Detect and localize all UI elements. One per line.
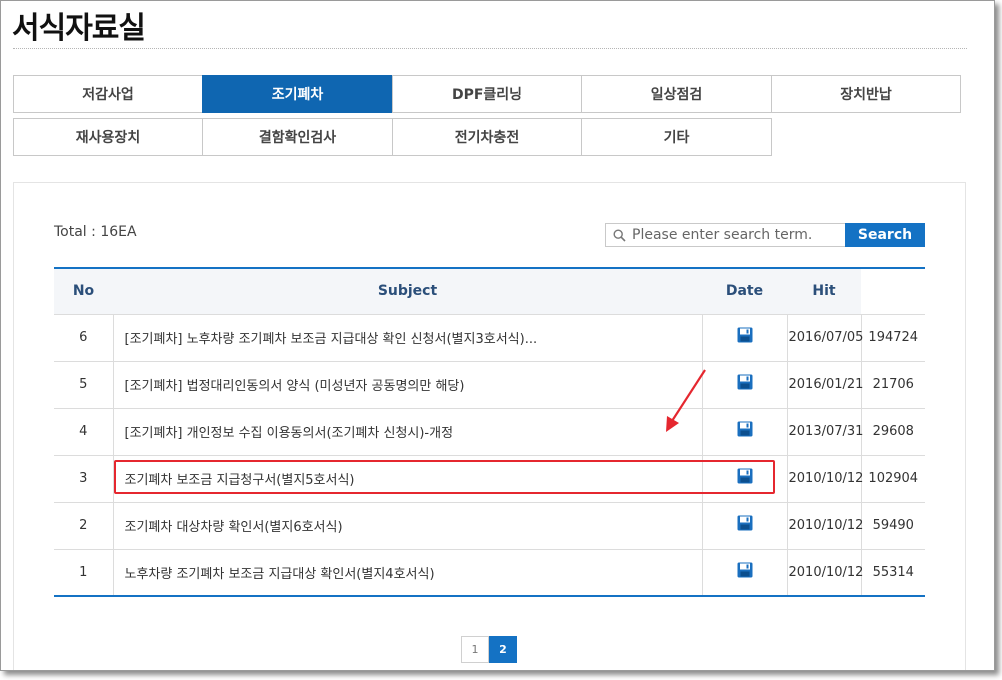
row-hit: 55314: [861, 548, 925, 597]
column-header-blank: [861, 268, 925, 314]
floppy-save-icon[interactable]: [737, 562, 753, 578]
row-date: 2010/10/12: [787, 454, 863, 502]
search-box: [605, 223, 847, 247]
row-number: 6: [54, 313, 114, 361]
table-row: 5 [조기폐차] 법정대리인동의서 양식 (미성년자 공동명의만 해당) 201…: [54, 360, 925, 408]
column-header-hit: Hit: [812, 283, 836, 300]
search-icon: [606, 224, 632, 246]
tab-기타[interactable]: 기타: [581, 118, 772, 156]
page-title: 서식자료실: [12, 11, 146, 46]
table-row: 6 [조기폐차] 노후차량 조기폐차 보조금 지급대상 확인 신청서(별지3호서…: [54, 313, 925, 361]
page-button-2[interactable]: 2: [489, 636, 517, 663]
row-subject-link[interactable]: [조기폐차] 법정대리인동의서 양식 (미성년자 공동명의만 해당): [113, 360, 703, 408]
tab-dpf-cleaning[interactable]: DPF클리닝: [392, 75, 582, 113]
column-header-no: No: [72, 283, 95, 300]
page-frame: 서식자료실 저감사업 조기폐차 DPF클리닝 일상점검 장치반납 재사용장치 결…: [0, 0, 995, 671]
row-hit: 29608: [861, 407, 925, 455]
row-subject-link[interactable]: [조기폐차] 개인정보 수집 이용동의서(조기폐차 신청시)-개정: [113, 407, 703, 455]
row-subject-link[interactable]: [조기폐차] 노후차량 조기폐차 보조금 지급대상 확인 신청서(별지3호서식)…: [113, 313, 703, 361]
row-subject-link[interactable]: 조기폐차 보조금 지급청구서(별지5호서식): [113, 454, 703, 502]
row-date: 2013/07/31: [787, 407, 863, 455]
row-number: 3: [54, 454, 114, 502]
tab-전기차충전[interactable]: 전기차충전: [392, 118, 582, 156]
row-number: 5: [54, 360, 114, 408]
title-divider: [13, 48, 967, 49]
row-hit: 21706: [861, 360, 925, 408]
table-row: 1 노후차량 조기폐차 보조금 지급대상 확인서(별지4호서식) 2010/10…: [54, 548, 925, 597]
column-header-subject: Subject: [377, 283, 438, 300]
tab-조기폐차[interactable]: 조기폐차: [202, 75, 393, 113]
floppy-save-icon[interactable]: [737, 421, 753, 437]
table-header-row: No Subject Date Hit: [54, 268, 925, 314]
row-number: 2: [54, 501, 114, 549]
page-button-1[interactable]: 1: [461, 636, 489, 663]
search-button[interactable]: Search: [845, 223, 925, 247]
tab-일상점검[interactable]: 일상점검: [581, 75, 772, 113]
row-subject-link[interactable]: 조기폐차 대상차량 확인서(별지6호서식): [113, 501, 703, 549]
tab-재사용장치[interactable]: 재사용장치: [13, 118, 203, 156]
table-row: 2 조기폐차 대상차량 확인서(별지6호서식) 2010/10/12 59490: [54, 501, 925, 549]
tab-결함확인검사[interactable]: 결함확인검사: [202, 118, 393, 156]
row-hit: 194724: [861, 313, 925, 361]
row-date: 2016/07/05: [787, 313, 863, 361]
board-table: No Subject Date Hit 6 [조기폐차] 노후차량 조기폐차 보…: [54, 267, 925, 597]
column-header-date: Date: [725, 283, 764, 300]
row-number: 1: [54, 548, 114, 597]
tab-장치반납[interactable]: 장치반납: [771, 75, 961, 113]
floppy-save-icon[interactable]: [737, 515, 753, 531]
row-subject-link[interactable]: 노후차량 조기폐차 보조금 지급대상 확인서(별지4호서식): [113, 548, 703, 597]
row-date: 2010/10/12: [787, 548, 863, 597]
floppy-save-icon[interactable]: [737, 327, 753, 343]
tab-저감사업[interactable]: 저감사업: [13, 75, 203, 113]
row-hit: 59490: [861, 501, 925, 549]
floppy-save-icon[interactable]: [737, 468, 753, 484]
row-hit: 102904: [861, 454, 925, 502]
table-row: 3 조기폐차 보조금 지급청구서(별지5호서식) 2010/10/12 1029…: [54, 454, 925, 502]
total-count: Total : 16EA: [54, 224, 137, 240]
pagination: 1 2: [461, 636, 517, 663]
floppy-save-icon[interactable]: [737, 374, 753, 390]
row-date: 2016/01/21: [787, 360, 863, 408]
search-input[interactable]: [632, 224, 844, 246]
row-date: 2010/10/12: [787, 501, 863, 549]
row-number: 4: [54, 407, 114, 455]
table-row: 4 [조기폐차] 개인정보 수집 이용동의서(조기폐차 신청시)-개정 2013…: [54, 407, 925, 455]
